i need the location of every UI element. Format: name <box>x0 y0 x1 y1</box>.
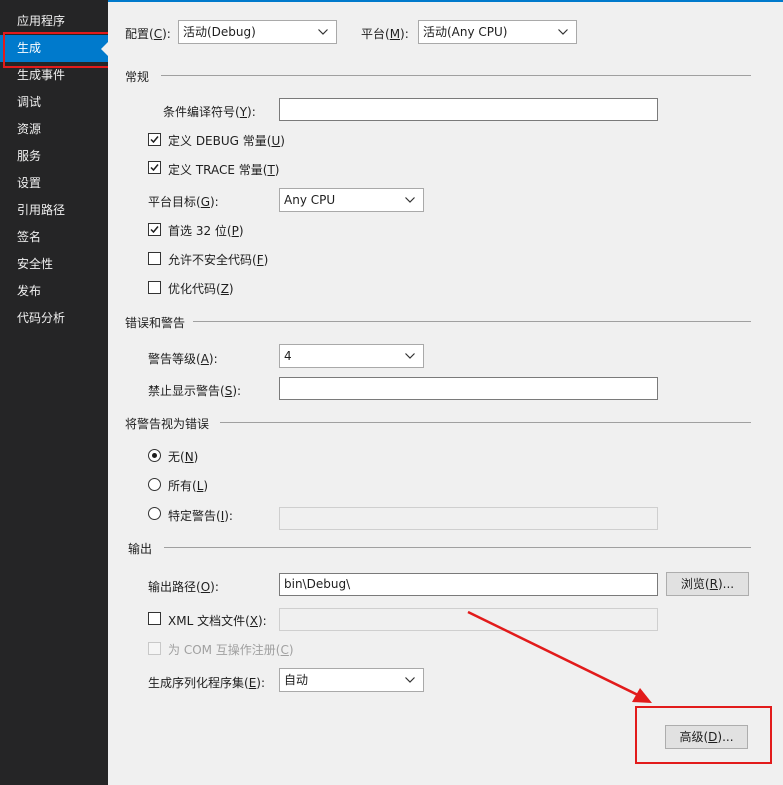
platform-target-value: Any CPU <box>284 193 336 207</box>
chevron-down-icon <box>405 669 417 691</box>
chevron-down-icon <box>558 21 570 43</box>
chevron-down-icon <box>318 21 330 43</box>
chevron-down-icon <box>405 345 417 367</box>
suppress-warnings-input[interactable] <box>279 377 658 400</box>
xml-doc-input <box>279 608 658 631</box>
treat-all-label[interactable]: 所有(L) <box>168 477 208 494</box>
section-title-general: 常规 <box>125 70 150 84</box>
sidebar-item-code-analysis[interactable]: 代码分析 <box>0 305 108 332</box>
serialization-label: 生成序列化程序集(E): <box>148 676 266 690</box>
sidebar-item-services[interactable]: 服务 <box>0 143 108 170</box>
config-dropdown[interactable]: 活动(Debug) <box>178 20 337 44</box>
xml-doc-checkbox[interactable] <box>148 612 161 625</box>
config-label: 配置(C): <box>125 27 171 41</box>
xml-doc-label[interactable]: XML 文档文件(X): <box>168 612 267 629</box>
output-path-label: 输出路径(O): <box>148 580 219 594</box>
platform-target-label: 平台目标(G): <box>148 195 219 209</box>
section-title-treat-warnings: 将警告视为错误 <box>125 417 210 431</box>
radio-selected-dot <box>152 453 157 458</box>
sidebar: 应用程序 生成 生成事件 调试 资源 服务 设置 引用路径 签名 安全性 发布 … <box>0 0 108 785</box>
sidebar-item-resources[interactable]: 资源 <box>0 116 108 143</box>
section-title-errors-warnings: 错误和警告 <box>125 316 186 330</box>
warning-level-value: 4 <box>284 349 292 363</box>
sidebar-item-build-events[interactable]: 生成事件 <box>0 62 108 89</box>
treat-all-radio[interactable] <box>148 478 161 491</box>
warning-level-dropdown[interactable]: 4 <box>279 344 424 368</box>
sidebar-item-publish[interactable]: 发布 <box>0 278 108 305</box>
prefer-32bit-label[interactable]: 首选 32 位(P) <box>168 222 244 239</box>
com-interop-label: 为 COM 互操作注册(C) <box>168 643 294 657</box>
platform-dropdown[interactable]: 活动(Any CPU) <box>418 20 577 44</box>
output-path-input[interactable]: bin\Debug\ <box>279 573 658 596</box>
optimize-code-label[interactable]: 优化代码(Z) <box>168 280 234 297</box>
checkmark-icon <box>150 164 159 172</box>
sidebar-item-build[interactable]: 生成 <box>0 35 108 62</box>
define-debug-label[interactable]: 定义 DEBUG 常量(U) <box>168 132 285 149</box>
warning-level-label: 警告等级(A): <box>148 352 218 366</box>
treat-none-label[interactable]: 无(N) <box>168 448 198 465</box>
section-divider <box>164 547 751 548</box>
optimize-code-checkbox[interactable] <box>148 281 161 294</box>
sidebar-item-settings[interactable]: 设置 <box>0 170 108 197</box>
platform-label: 平台(M): <box>361 27 409 41</box>
section-divider <box>220 422 751 423</box>
sidebar-item-signing[interactable]: 签名 <box>0 224 108 251</box>
advanced-button[interactable]: 高级(D)... <box>665 725 748 749</box>
suppress-warnings-label: 禁止显示警告(S): <box>148 384 242 398</box>
cond-symbols-label: 条件编译符号(Y): <box>163 105 256 119</box>
sidebar-item-debug[interactable]: 调试 <box>0 89 108 116</box>
com-interop-checkbox <box>148 642 161 655</box>
allow-unsafe-checkbox[interactable] <box>148 252 161 265</box>
treat-specific-label[interactable]: 特定警告(I): <box>168 507 233 524</box>
define-trace-checkbox[interactable] <box>148 161 161 174</box>
prefer-32bit-checkbox[interactable] <box>148 223 161 236</box>
allow-unsafe-label[interactable]: 允许不安全代码(F) <box>168 251 268 268</box>
build-settings-panel: 配置(C): 活动(Debug) 平台(M): 活动(Any CPU) 常规 条… <box>108 0 783 785</box>
chevron-down-icon <box>405 189 417 211</box>
specific-warnings-input <box>279 507 658 530</box>
section-title-output: 输出 <box>128 542 153 556</box>
cond-symbols-input[interactable] <box>279 98 658 121</box>
checkmark-icon <box>150 226 159 234</box>
sidebar-item-application[interactable]: 应用程序 <box>0 8 108 35</box>
treat-specific-radio[interactable] <box>148 507 161 520</box>
platform-value: 活动(Any CPU) <box>423 25 508 39</box>
section-divider <box>161 75 751 76</box>
config-value: 活动(Debug) <box>183 25 256 39</box>
sidebar-item-security[interactable]: 安全性 <box>0 251 108 278</box>
serialization-value: 自动 <box>284 673 309 687</box>
platform-target-dropdown[interactable]: Any CPU <box>279 188 424 212</box>
section-divider <box>193 321 751 322</box>
define-trace-label[interactable]: 定义 TRACE 常量(T) <box>168 161 279 178</box>
serialization-dropdown[interactable]: 自动 <box>279 668 424 692</box>
treat-none-radio[interactable] <box>148 449 161 462</box>
browse-button[interactable]: 浏览(R)... <box>666 572 749 596</box>
define-debug-checkbox[interactable] <box>148 133 161 146</box>
checkmark-icon <box>150 136 159 144</box>
accent-line <box>108 0 783 2</box>
sidebar-item-reference-paths[interactable]: 引用路径 <box>0 197 108 224</box>
